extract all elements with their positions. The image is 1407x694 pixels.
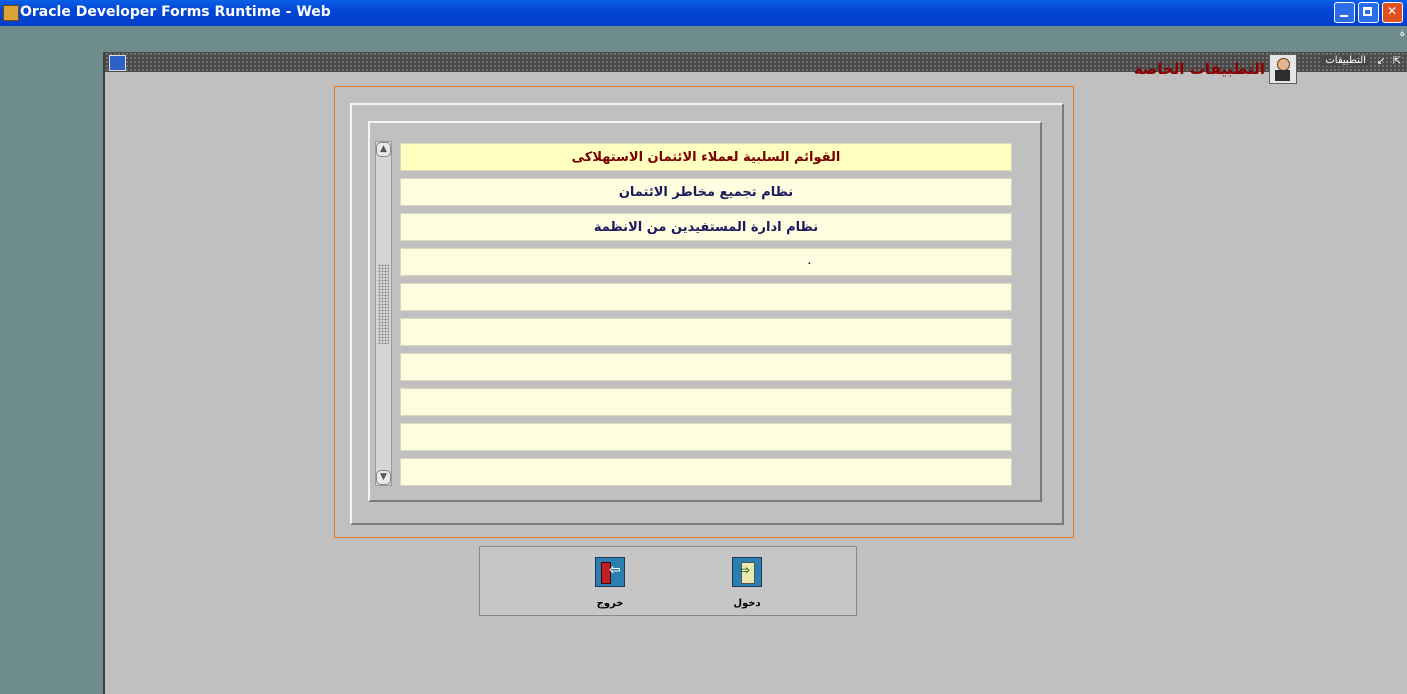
enter-label: دخول (733, 598, 761, 609)
application-row[interactable] (400, 318, 1012, 346)
action-bar: خروج دخول (479, 546, 857, 616)
exit-button[interactable] (595, 557, 625, 587)
application-row[interactable] (400, 423, 1012, 451)
menu-item[interactable]: ة (1400, 28, 1405, 39)
window-title: Oracle Developer Forms Runtime - Web (20, 4, 331, 20)
minimize-button[interactable] (1334, 2, 1355, 23)
close-button[interactable] (1382, 2, 1403, 23)
application-row[interactable]: القوائم السلبية لعملاء الائتمان الاستهلا… (400, 143, 1012, 171)
maximize-button[interactable] (1358, 2, 1379, 23)
menu-bar: ة (0, 26, 1407, 46)
scroll-thumb[interactable] (378, 264, 389, 344)
application-row[interactable]: . (400, 248, 1012, 276)
page-heading: التطبيقات الخاصة (1134, 52, 1297, 86)
application-row[interactable]: نظام تجميع مخاطر الائتمان (400, 178, 1012, 206)
scroll-up-icon[interactable]: ▲ (376, 142, 391, 157)
scroll-down-icon[interactable]: ▼ (376, 470, 391, 485)
exit-label: خروج (596, 598, 624, 609)
form-icon (109, 55, 126, 71)
application-row[interactable] (400, 353, 1012, 381)
inner-window-caption: التطبيقات (1322, 55, 1369, 66)
application-row[interactable] (400, 458, 1012, 486)
application-row[interactable]: نظام ادارة المستفيدين من الانظمة (400, 213, 1012, 241)
application-row[interactable] (400, 283, 1012, 311)
user-icon (1269, 54, 1297, 84)
restore-icon[interactable]: ↙ (1375, 56, 1387, 68)
maximize-inner-icon[interactable]: ⇱ (1391, 56, 1403, 68)
page-title: التطبيقات الخاصة (1133, 60, 1265, 78)
application-row[interactable] (400, 388, 1012, 416)
enter-button[interactable] (732, 557, 762, 587)
app-icon (3, 5, 19, 21)
window-title-bar[interactable]: Oracle Developer Forms Runtime - Web (0, 0, 1407, 26)
list-scrollbar[interactable]: ▲ ▼ (375, 141, 392, 486)
